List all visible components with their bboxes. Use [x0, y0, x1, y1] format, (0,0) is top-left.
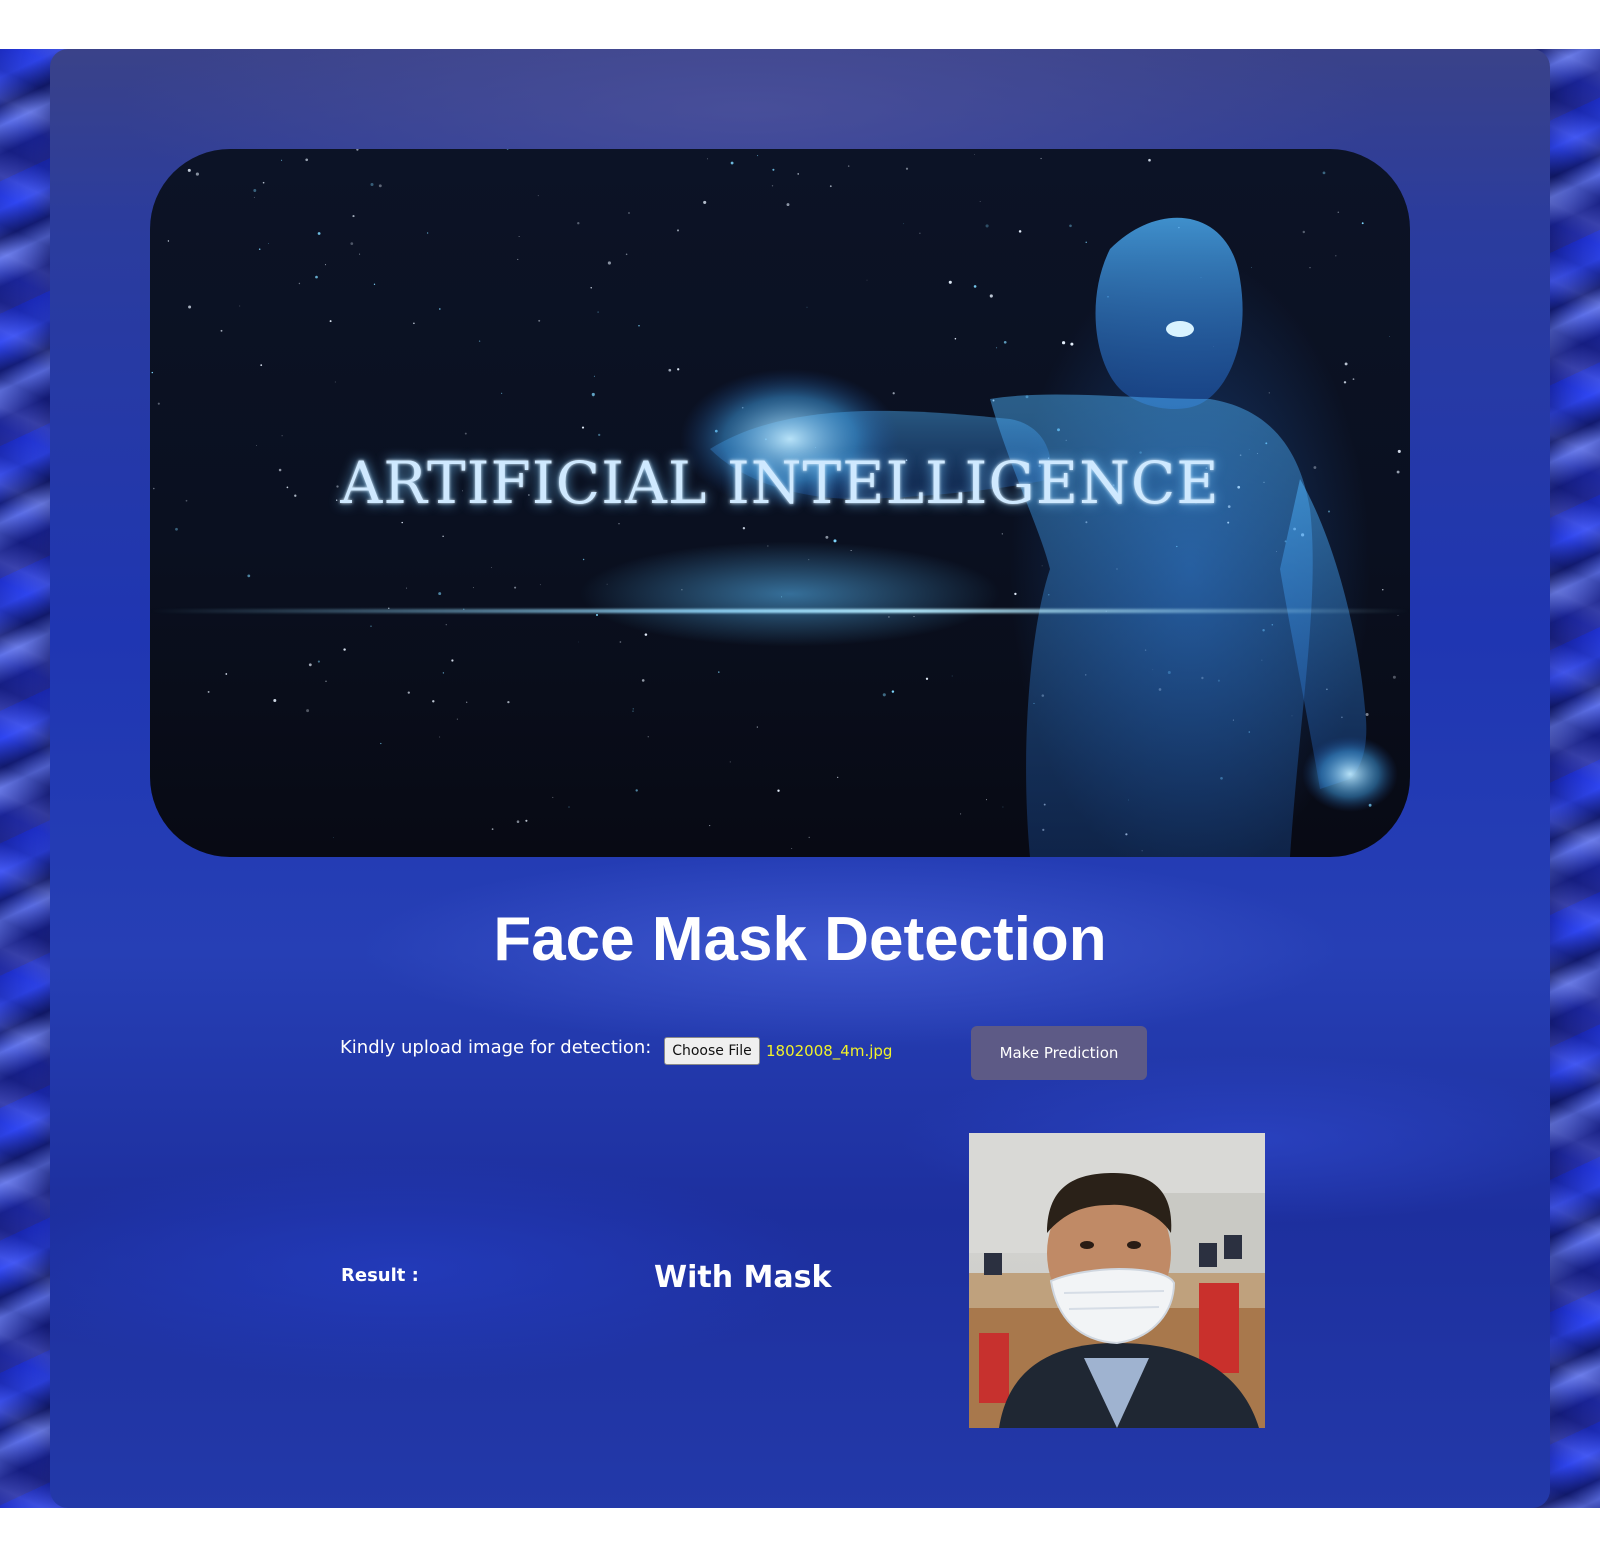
page-background: ARTIFICIAL INTELLIGENCE Face Mask Detect… — [0, 49, 1600, 1508]
hero-banner: ARTIFICIAL INTELLIGENCE — [150, 149, 1410, 857]
upload-label: Kindly upload image for detection: — [340, 1037, 652, 1058]
light-streak — [150, 609, 1410, 613]
result-value: With Mask — [654, 1260, 832, 1295]
make-prediction-button[interactable]: Make Prediction — [971, 1026, 1147, 1080]
main-card: ARTIFICIAL INTELLIGENCE Face Mask Detect… — [50, 49, 1550, 1508]
page-title: Face Mask Detection — [493, 905, 1107, 974]
person-with-face-mask-photo-icon — [969, 1133, 1265, 1428]
selected-file-name: 1802008_4m.jpg — [766, 1042, 893, 1060]
hero-text: ARTIFICIAL INTELLIGENCE — [340, 449, 1220, 517]
result-label: Result : — [341, 1265, 419, 1286]
choose-file-button[interactable]: Choose File — [664, 1037, 760, 1065]
uploaded-photo — [969, 1133, 1265, 1428]
